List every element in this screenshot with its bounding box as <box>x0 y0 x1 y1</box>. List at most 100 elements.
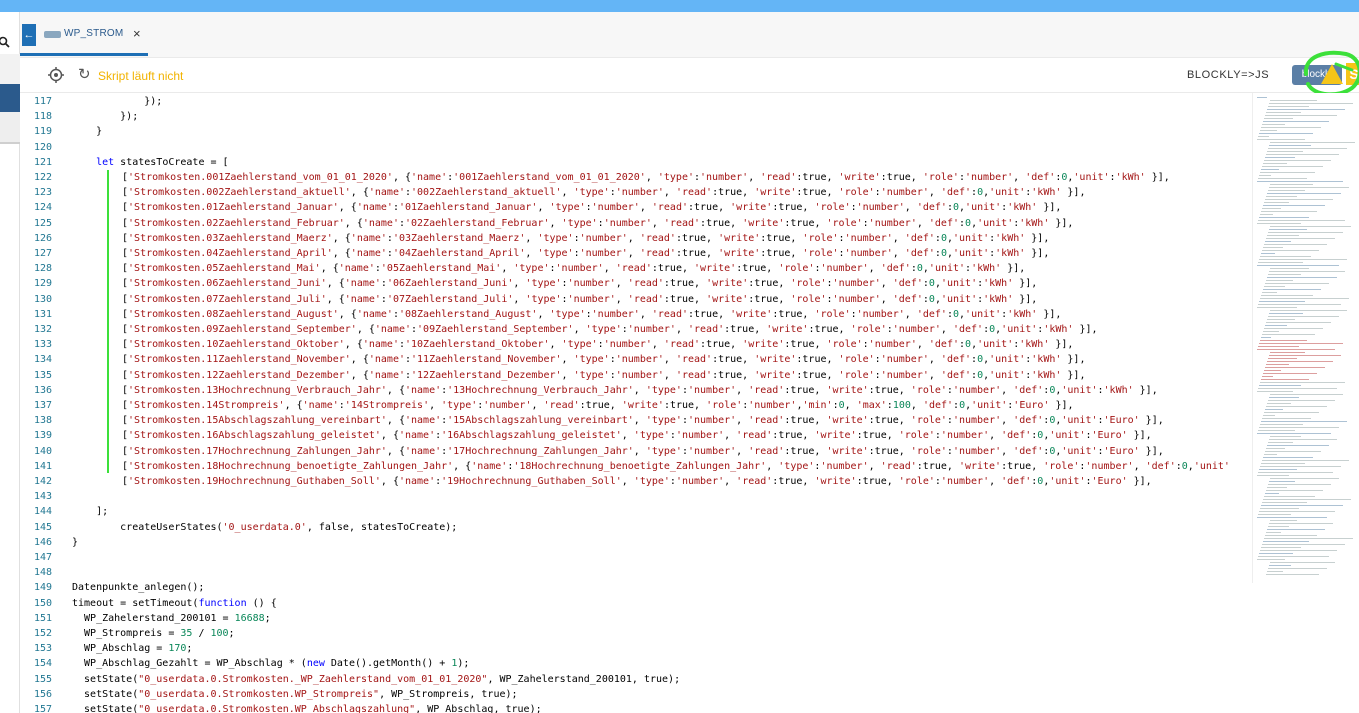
minimap-line <box>1268 526 1289 527</box>
code-line[interactable]: ['Stromkosten.08Zaehlerstand_August', {'… <box>122 309 1061 320</box>
code-line[interactable]: ['Stromkosten.02Zaehlerstand_Februar', {… <box>122 218 1073 229</box>
reload-icon[interactable]: ↻ <box>78 65 91 83</box>
code-line[interactable]: ['Stromkosten.19Hochrechnung_Guthaben_So… <box>122 476 1152 487</box>
code-token: 'number' <box>687 384 737 396</box>
code-line[interactable]: WP_Strompreis = 35 / 100; <box>72 628 235 639</box>
code-line[interactable]: }); <box>72 96 162 107</box>
minimap-line <box>1260 298 1349 299</box>
minimap-line <box>1260 214 1273 215</box>
minimap-line <box>1269 271 1345 272</box>
code-token: 'number' <box>700 172 749 183</box>
code-line[interactable]: WP_Abschlag = 170; <box>72 643 192 654</box>
sidebar-item[interactable] <box>0 112 20 142</box>
minimap-line <box>1261 211 1317 212</box>
code-token: , <box>615 278 628 290</box>
code-line[interactable]: WP_Zahelerstand_200101 = 16688; <box>72 613 271 624</box>
blockly-to-js-button[interactable]: BLOCKLY=>JS <box>1187 69 1269 81</box>
arrow-left-icon[interactable]: ← <box>22 24 36 46</box>
code-token: 'Stromkosten.11Zaehlerstand_November' <box>128 354 351 366</box>
tab-wp-strom[interactable]: WP_STROM <box>64 28 123 39</box>
code-line[interactable]: ['Stromkosten.04Zaehlerstand_April', {'n… <box>122 248 1049 259</box>
code-line[interactable]: setState("0_userdata.0.Stromkosten.WP_St… <box>72 689 518 700</box>
code-line[interactable]: timeout = setTimeout(function () { <box>72 598 277 609</box>
code-line[interactable]: ['Stromkosten.18Hochrechnung_benoetigte_… <box>122 461 1230 472</box>
code-line[interactable]: ['Stromkosten.12Zaehlerstand_Dezember', … <box>122 370 1085 381</box>
minimap-line <box>1267 445 1329 446</box>
code-line[interactable]: ['Stromkosten.03Zaehlerstand_Maerz', {'n… <box>122 233 1049 244</box>
code-token: 'def' <box>928 339 959 351</box>
sidebar-item[interactable] <box>0 54 20 84</box>
code-line[interactable]: ['Stromkosten.10Zaehlerstand_Oktober', {… <box>122 339 1073 350</box>
code-token: 'unit' <box>1061 445 1098 457</box>
code-line[interactable]: } <box>72 126 102 137</box>
code-line[interactable]: let statesToCreate = [ <box>72 157 228 168</box>
code-line[interactable]: setState("0_userdata.0.Stromkosten._WP_Z… <box>72 674 680 685</box>
code-line[interactable]: ['Stromkosten.01Zaehlerstand_Januar', {'… <box>122 202 1061 213</box>
code-token: '13Hochrechnung_Verbrauch_Jahr' <box>447 384 634 396</box>
code-line[interactable]: setState("0_userdata.0.Stromkosten.WP_Ab… <box>72 704 542 713</box>
minimap-line <box>1266 112 1301 113</box>
editor-minimap[interactable] <box>1252 93 1359 583</box>
minimap-line <box>1267 403 1291 404</box>
code-token: 'unit' <box>1061 415 1098 427</box>
line-number: 128 <box>33 263 52 275</box>
close-icon[interactable]: × <box>133 26 141 41</box>
code-editor[interactable]: 117 118 119 120 121 122 123 124 125 126 127 128 129 1… <box>20 93 1251 713</box>
code-line[interactable]: Datenpunkte_anlegen(); <box>72 582 204 593</box>
code-line[interactable]: ]; <box>72 506 108 517</box>
search-icon[interactable] <box>0 36 10 51</box>
code-line[interactable]: } <box>72 537 78 548</box>
annotation-line <box>107 170 109 473</box>
minimap-line <box>1258 178 1307 179</box>
code-line[interactable]: ['Stromkosten.15Abschlagszahlung_vereinb… <box>122 415 1164 426</box>
code-token: 'min' <box>802 400 833 411</box>
code-line[interactable]: ['Stromkosten.05Zaehlerstand_Mai', {'nam… <box>122 263 1025 274</box>
code-line[interactable]: WP_Abschlag_Gezahlt = WP_Abschlag * (new… <box>72 658 469 669</box>
minimap-line <box>1269 145 1311 146</box>
code-token: 'unit' <box>1001 324 1038 335</box>
code-line[interactable]: ['Stromkosten.16Abschlagszahlung_geleist… <box>122 430 1152 441</box>
code-token: 'write' <box>706 278 749 290</box>
code-token: 'def' <box>916 308 947 320</box>
code-token: }], <box>1037 308 1062 320</box>
code-token: 'read' <box>880 460 917 472</box>
minimap-line <box>1268 400 1335 401</box>
code-token: 'read' <box>675 187 713 199</box>
code-token: 'kWh' <box>1115 172 1146 183</box>
minimap-line <box>1257 475 1289 476</box>
code-line[interactable]: ['Stromkosten.14Strompreis', {'name':'14… <box>122 400 1074 411</box>
code-line[interactable]: ['Stromkosten.09Zaehlerstand_September',… <box>122 324 1098 335</box>
code-token: 'write' <box>730 308 773 320</box>
code-line[interactable]: ['Stromkosten.06Zaehlerstand_Juni', {'na… <box>122 278 1037 289</box>
code-token: :true, <box>675 248 719 259</box>
code-token: , <box>525 248 538 259</box>
code-token: 'Euro' <box>1091 430 1128 442</box>
code-token: 'Stromkosten.10Zaehlerstand_Oktober' <box>128 339 345 351</box>
code-token: 'write' <box>958 460 1002 472</box>
code-token: 'Stromkosten.16Abschlagszahlung_geleiste… <box>128 430 381 442</box>
code-token: 'unit' <box>1049 430 1086 442</box>
code-line[interactable]: ['Stromkosten.11Zaehlerstand_November', … <box>122 354 1085 365</box>
sidebar-item-selected[interactable] <box>0 84 20 112</box>
code-line[interactable]: ['Stromkosten.002Zaehlerstand_aktuell', … <box>122 187 1085 198</box>
code-line[interactable]: ['Stromkosten.13Hochrechnung_Verbrauch_J… <box>122 385 1158 396</box>
code-token: 'def' <box>1013 415 1044 427</box>
minimap-line <box>1268 106 1309 107</box>
code-token: , <box>844 400 857 411</box>
crosshair-icon[interactable] <box>48 67 64 83</box>
code-token: 'def' <box>1145 460 1176 472</box>
code-token: , { <box>392 172 411 183</box>
code-token: 'read' <box>736 430 773 442</box>
code-line[interactable]: ['Stromkosten.07Zaehlerstand_Juli', {'na… <box>122 294 1037 305</box>
minimap-line <box>1262 544 1345 545</box>
code-token: 'name' <box>338 263 375 275</box>
minimap-line <box>1261 547 1301 548</box>
code-token: 'read' <box>543 400 580 411</box>
code-token: 'name' <box>368 187 405 199</box>
code-line[interactable]: createUserStates('0_userdata.0', false, … <box>72 522 457 533</box>
code-token: :true, <box>748 293 791 305</box>
code-line[interactable]: }); <box>72 111 138 122</box>
code-line[interactable]: ['Stromkosten.17Hochrechnung_Zahlungen_J… <box>122 446 1164 457</box>
code-line[interactable]: ['Stromkosten.001Zaehlerstand_vom_01_01_… <box>122 172 1170 183</box>
code-token: 'kWh' <box>1043 324 1074 335</box>
